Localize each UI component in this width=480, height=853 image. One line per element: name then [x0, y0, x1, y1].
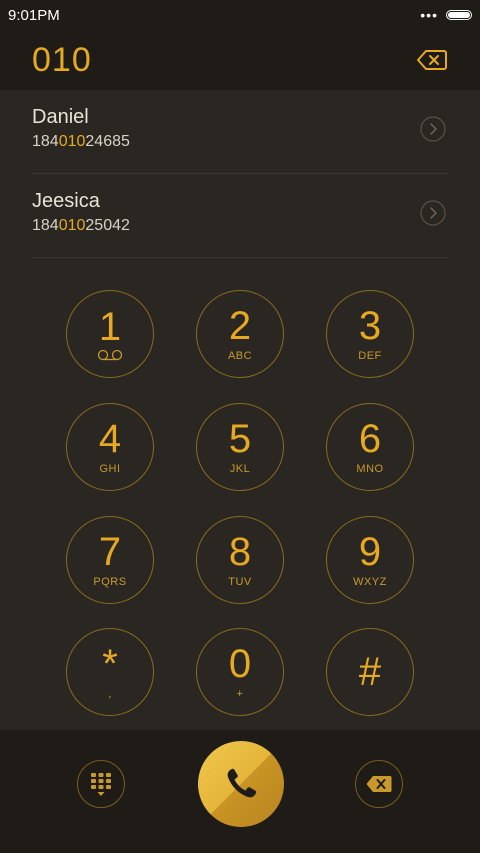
- key-1[interactable]: 1: [66, 290, 154, 378]
- key-digit: 3: [358, 304, 382, 348]
- phone-icon: [227, 768, 257, 798]
- key-6[interactable]: 6 MNO: [326, 403, 414, 491]
- key-2[interactable]: 2 ABC: [196, 290, 284, 378]
- status-icons: •••: [420, 7, 472, 23]
- backspace-icon: [366, 776, 392, 792]
- key-letters: GHI: [99, 463, 121, 475]
- contact-suggestions: Daniel 18401024685 Jeesica 18401025042: [0, 90, 480, 258]
- contact-name: Daniel: [32, 106, 89, 128]
- key-hash[interactable]: #: [326, 628, 414, 716]
- key-letters: WXYZ: [353, 576, 387, 588]
- key-digit: 2: [228, 304, 252, 348]
- key-digit: 1: [98, 305, 122, 349]
- key-digit: 7: [98, 530, 122, 574]
- key-letters: TUV: [228, 576, 252, 588]
- keypad-icon: [91, 773, 111, 796]
- key-digit: 0: [228, 642, 252, 686]
- key-letters: ABC: [227, 350, 253, 362]
- key-letters: PQRS: [93, 576, 127, 588]
- key-9[interactable]: 9 WXYZ: [326, 516, 414, 604]
- key-letters: JKL: [229, 463, 251, 475]
- backspace-icon[interactable]: [416, 48, 448, 72]
- key-letters: MNO: [356, 463, 384, 475]
- keypad-toggle-button[interactable]: [77, 760, 125, 808]
- dialed-number[interactable]: 010: [32, 41, 92, 80]
- number-match-highlight: 010: [58, 133, 86, 150]
- status-time: 9:01PM: [8, 6, 60, 24]
- key-digit: 5: [228, 417, 252, 461]
- signal-dots-icon: •••: [420, 7, 438, 23]
- key-letters: +: [236, 688, 244, 700]
- contact-number: 18401025042: [32, 217, 130, 234]
- key-letters: DEF: [358, 350, 382, 362]
- key-digit: 4: [98, 417, 122, 461]
- contact-row-jeesica[interactable]: Jeesica 18401025042: [0, 174, 480, 258]
- key-5[interactable]: 5 JKL: [196, 403, 284, 491]
- key-digit: 6: [358, 417, 382, 461]
- call-button[interactable]: [198, 741, 284, 827]
- key-digit: #: [358, 650, 382, 694]
- contact-number: 18401024685: [32, 133, 130, 150]
- key-8[interactable]: 8 TUV: [196, 516, 284, 604]
- key-digit: *: [102, 642, 118, 686]
- contact-row-daniel[interactable]: Daniel 18401024685: [0, 90, 480, 174]
- chevron-right-icon[interactable]: [420, 200, 446, 226]
- key-star[interactable]: * ,: [66, 628, 154, 716]
- battery-icon: [446, 10, 472, 20]
- contact-name: Jeesica: [32, 190, 100, 212]
- key-0[interactable]: 0 +: [196, 628, 284, 716]
- key-4[interactable]: 4 GHI: [66, 403, 154, 491]
- key-digit: 8: [228, 530, 252, 574]
- key-digit: 9: [358, 530, 382, 574]
- key-7[interactable]: 7 PQRS: [66, 516, 154, 604]
- delete-button[interactable]: [355, 760, 403, 808]
- voicemail-icon: [97, 349, 123, 361]
- chevron-right-icon[interactable]: [420, 116, 446, 142]
- status-bar: 9:01PM •••: [0, 0, 480, 30]
- bottom-action-bar: [0, 730, 480, 853]
- key-3[interactable]: 3 DEF: [326, 290, 414, 378]
- number-entry-bar: 010: [0, 30, 480, 90]
- number-match-highlight: 010: [58, 217, 86, 234]
- key-letters: ,: [108, 688, 112, 700]
